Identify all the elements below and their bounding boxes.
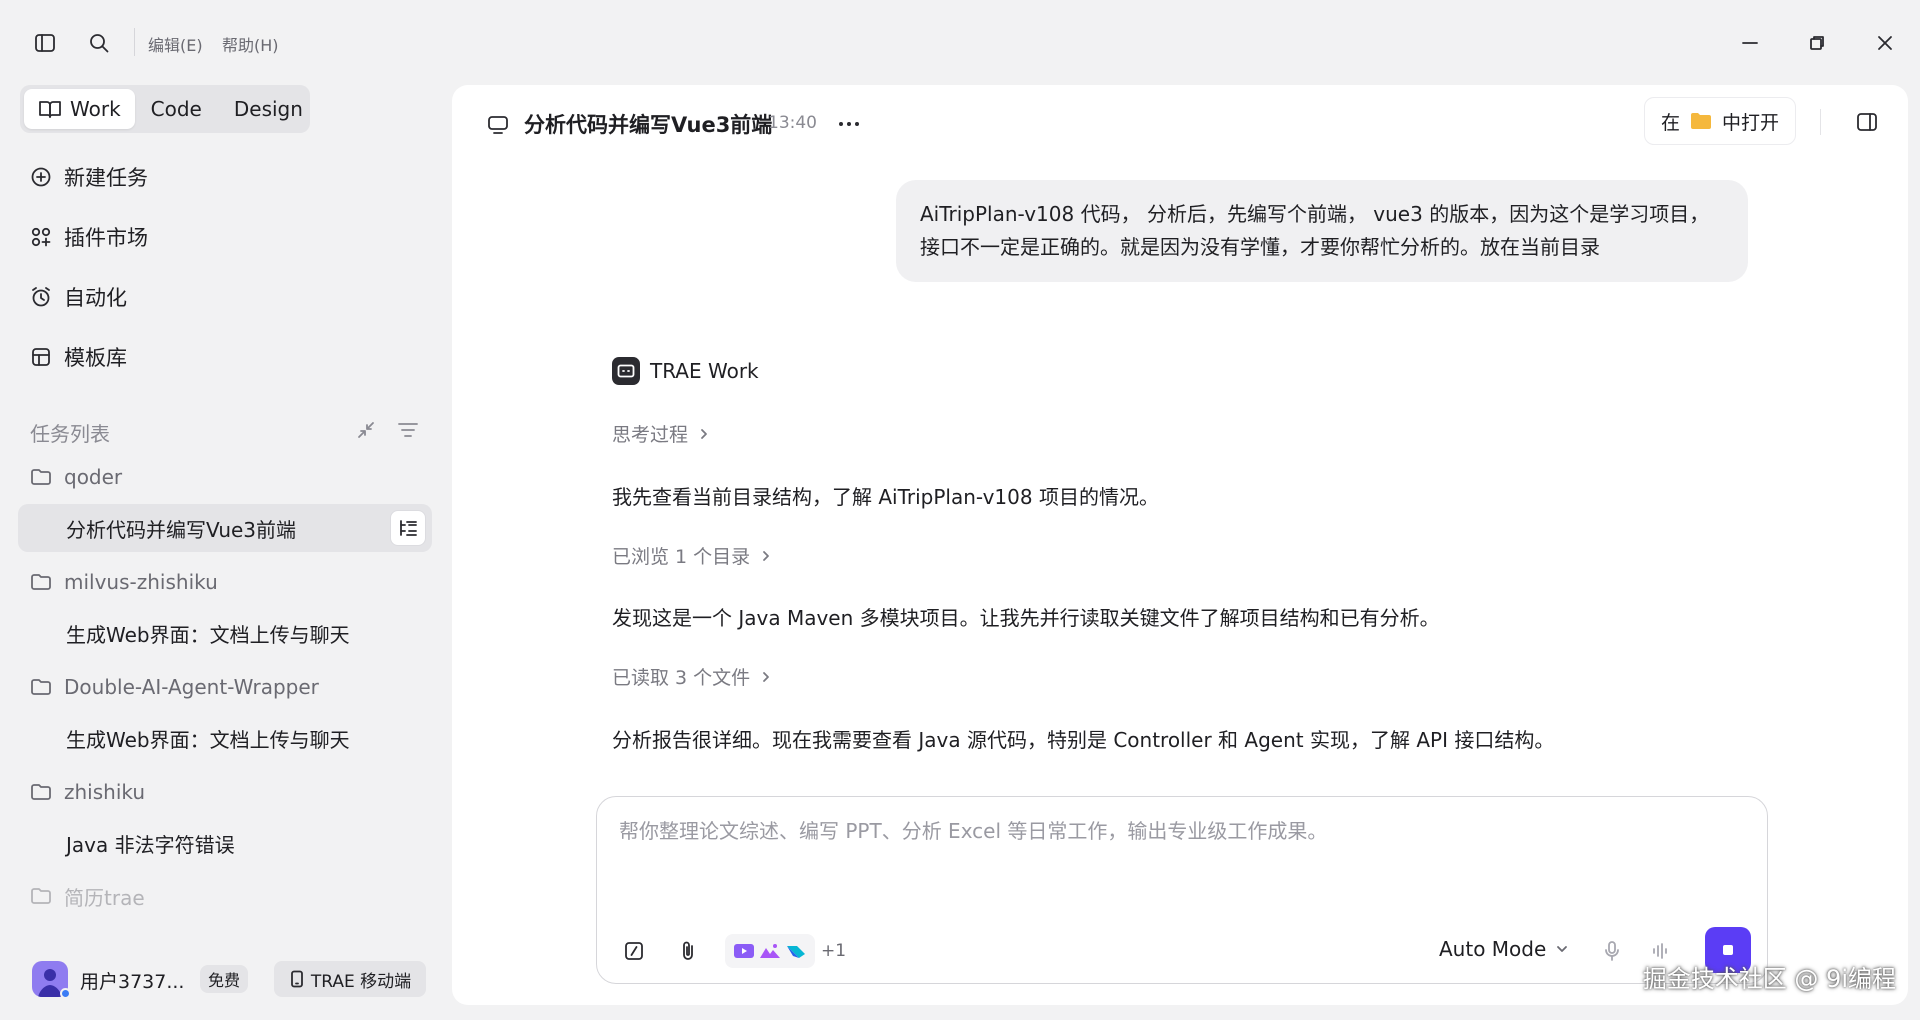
project-milvus[interactable]: milvus-zhishiku (30, 564, 218, 600)
chat-title[interactable]: 分析代码并编写Vue3前端 (524, 109, 772, 139)
user-message-line: 接口不一定是正确的。就是因为没有学懂，才要你帮忙分析的。放在当前目录 (920, 235, 1600, 259)
title-bar: 编辑(E) 帮助(H) (0, 0, 1920, 84)
task-item[interactable]: 分析代码并编写Vue3前端 (66, 510, 296, 546)
folder-icon (30, 677, 52, 697)
folder-icon (1690, 112, 1712, 130)
nav-templates[interactable]: 模板库 (28, 337, 127, 377)
project-label: qoder (64, 465, 123, 489)
assistant-message: 我先查看当前目录结构，了解 AiTripPlan-v108 项目的情况。 (612, 485, 1159, 509)
tab-work[interactable]: Work (24, 89, 135, 129)
watermark: 掘金技术社区 @ 9i编程 (1642, 965, 1896, 993)
open-in-prefix: 在 (1660, 111, 1680, 134)
close-icon[interactable] (1870, 28, 1900, 58)
chat-icon (484, 111, 512, 139)
more-icon[interactable] (834, 109, 864, 139)
chevron-right-icon (762, 671, 770, 683)
nav-automation[interactable]: 自动化 (28, 277, 127, 317)
task-item[interactable]: 生成Web界面：文档上传与聊天 (66, 615, 350, 651)
tab-design[interactable]: Design (218, 89, 319, 129)
open-in-button[interactable]: 在 中打开 (1644, 97, 1796, 145)
trae-logo-icon (612, 357, 640, 385)
microphone-icon[interactable] (1597, 936, 1627, 966)
read-files-toggle[interactable]: 已读取 3 个文件 (612, 663, 770, 690)
attach-icon[interactable] (673, 936, 703, 966)
folder-icon (30, 467, 52, 487)
book-icon (38, 98, 62, 120)
collapse-icon[interactable] (352, 416, 380, 444)
nav-new-task-label: 新建任务 (64, 166, 148, 190)
mobile-button-label: TRAE 移动端 (310, 971, 412, 992)
nav-templates-label: 模板库 (64, 346, 127, 370)
read-files-label: 已读取 3 个文件 (612, 667, 751, 689)
chevron-right-icon (762, 550, 770, 562)
minimize-icon[interactable] (1735, 28, 1765, 58)
video-skill-icon (733, 942, 755, 960)
plugins-icon (28, 224, 54, 250)
project-label: zhishiku (64, 780, 146, 804)
new-task-icon (28, 164, 54, 190)
tab-code[interactable]: Code (135, 89, 218, 129)
titlebar-divider (134, 28, 135, 56)
folder-icon (30, 886, 52, 906)
assistant-message: 分析报告很详细。现在我需要查看 Java 源代码，特别是 Controller … (612, 728, 1555, 752)
alarm-clock-icon (28, 284, 54, 310)
search-icon[interactable] (84, 28, 114, 58)
menu-edit[interactable]: 编辑(E) (148, 32, 203, 56)
filter-icon[interactable] (394, 416, 422, 444)
phone-icon (289, 970, 305, 988)
restore-icon[interactable] (1802, 28, 1832, 58)
tab-work-label: Work (70, 97, 121, 121)
chevron-down-icon (1556, 945, 1568, 953)
thinking-toggle[interactable]: 思考过程 (612, 420, 708, 447)
task-outline-icon[interactable] (390, 510, 426, 546)
user-message-line: AiTripPlan-v108 代码， 分析后，先编写个前端， vue3 的版本… (920, 202, 1710, 226)
user-message-bubble: AiTripPlan-v108 代码， 分析后，先编写个前端， vue3 的版本… (896, 180, 1748, 282)
side-panel-toggle-icon[interactable] (1852, 107, 1882, 137)
nav-plugins[interactable]: 插件市场 (28, 217, 148, 257)
project-resume[interactable]: 简历trae (30, 878, 145, 914)
nav-plugins-label: 插件市场 (64, 226, 148, 250)
mode-switcher: Work Code Design (20, 85, 310, 133)
assistant-header: TRAE Work (612, 357, 759, 385)
online-status-dot (60, 988, 71, 999)
project-qoder[interactable]: qoder (30, 459, 122, 495)
assistant-message: 发现这是一个 Java Maven 多模块项目。让我先并行读取关键文件了解项目结… (612, 606, 1440, 630)
thinking-label: 思考过程 (612, 424, 689, 446)
mode-select-label: Auto Mode (1439, 937, 1547, 961)
mobile-button[interactable]: TRAE 移动端 (274, 961, 426, 997)
composer: +1 Auto Mode (596, 796, 1768, 984)
chevron-right-icon (700, 428, 708, 440)
composer-input[interactable] (619, 819, 1739, 843)
project-zhishiku[interactable]: zhishiku (30, 774, 145, 810)
nav-new-task[interactable]: 新建任务 (28, 157, 148, 197)
slash-command-icon[interactable] (619, 936, 649, 966)
sidebar-toggle-icon[interactable] (30, 30, 60, 56)
design-skill-icon (785, 942, 807, 960)
task-item[interactable]: Java 非法字符错误 (66, 825, 235, 861)
assistant-name: TRAE Work (650, 359, 759, 383)
browsed-dirs-toggle[interactable]: 已浏览 1 个目录 (612, 542, 770, 569)
header-divider (1820, 109, 1821, 135)
project-label: Double-AI-Agent-Wrapper (64, 675, 319, 699)
plan-badge: 免费 (200, 965, 248, 993)
user-name[interactable]: 用户3737... (80, 967, 184, 994)
main-panel: 分析代码并编写Vue3前端 13:40 在 中打开 AiTripPlan-v10… (452, 85, 1908, 1005)
task-item[interactable]: 生成Web界面：文档上传与聊天 (66, 720, 350, 756)
folder-icon (30, 572, 52, 592)
open-in-suffix: 中打开 (1722, 111, 1780, 134)
task-list-label: 任务列表 (30, 422, 110, 446)
menu-help[interactable]: 帮助(H) (222, 32, 279, 56)
image-skill-icon (759, 942, 781, 960)
folder-icon (30, 782, 52, 802)
skills-group[interactable] (725, 934, 815, 968)
nav-automation-label: 自动化 (64, 286, 127, 310)
browsed-label: 已浏览 1 个目录 (612, 546, 751, 568)
template-icon (28, 344, 54, 370)
project-label: milvus-zhishiku (64, 570, 218, 594)
project-label: 简历trae (64, 885, 145, 910)
mode-select[interactable]: Auto Mode (1439, 937, 1568, 961)
chat-time: 13:40 (768, 113, 817, 133)
skills-extra-count[interactable]: +1 (821, 941, 846, 961)
project-double-ai[interactable]: Double-AI-Agent-Wrapper (30, 669, 319, 705)
